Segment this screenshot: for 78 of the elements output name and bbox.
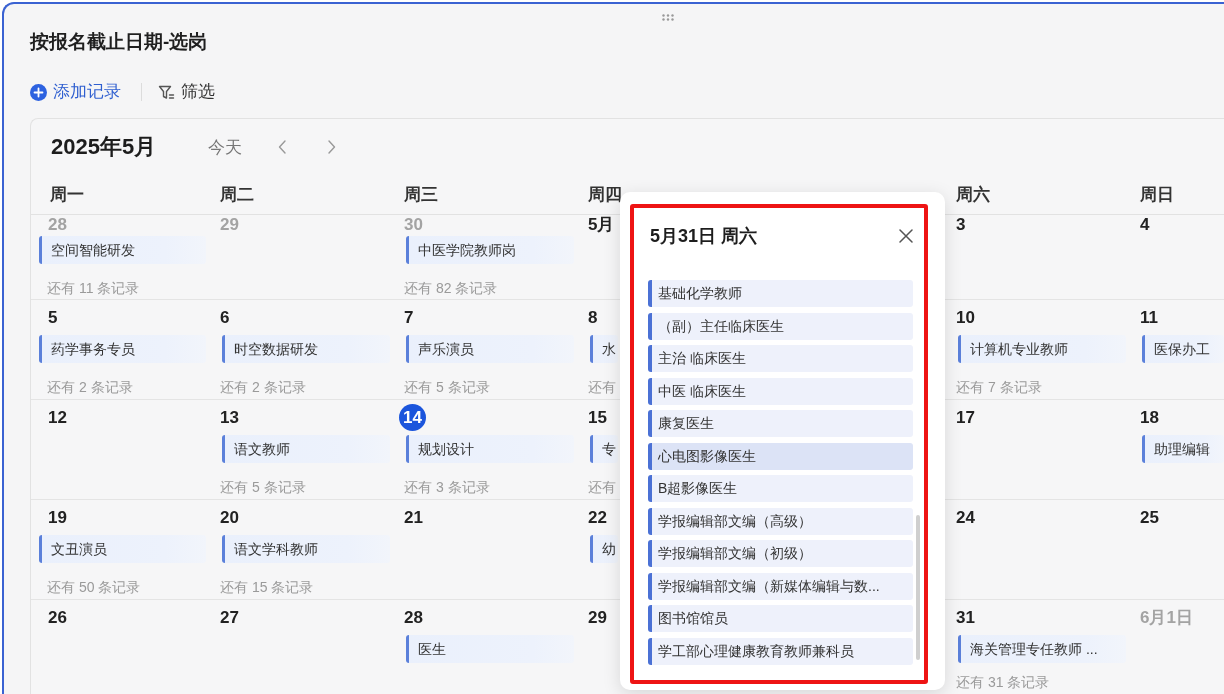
event-item[interactable]: 声乐演员 xyxy=(406,335,574,363)
date-number: 4 xyxy=(1139,215,1150,234)
chevron-left-icon[interactable] xyxy=(278,140,287,154)
event-item[interactable]: 水 xyxy=(590,335,618,363)
date-number: 6 xyxy=(219,308,230,328)
chevron-right-icon[interactable] xyxy=(328,140,337,154)
weekday-label: 周日 xyxy=(1140,185,1174,204)
date-number: 31 xyxy=(955,608,975,628)
close-icon[interactable] xyxy=(899,229,913,243)
date-number: 5月 xyxy=(587,215,615,234)
popover-event-item[interactable]: B超影像医生 xyxy=(648,475,913,502)
board-title: 按报名截止日期-选岗 xyxy=(30,30,209,54)
drag-handle-icon[interactable] xyxy=(662,14,674,21)
event-item[interactable]: 中医学院教师岗 xyxy=(406,236,574,264)
date-number: 19 xyxy=(47,508,67,528)
date-number: 17 xyxy=(955,408,975,428)
event-item[interactable]: 计算机专业教师 xyxy=(958,335,1126,363)
date-number: 24 xyxy=(955,508,975,528)
weekday-label: 周四 xyxy=(588,185,622,204)
event-item[interactable]: 文丑演员 xyxy=(39,535,206,563)
today-button[interactable]: 今天 xyxy=(208,135,243,159)
date-number: 25 xyxy=(1139,508,1159,528)
event-item[interactable]: 时空数据研发 xyxy=(222,335,390,363)
date-number: 6月1日 xyxy=(1139,608,1193,628)
popover-event-item[interactable]: 图书馆馆员 xyxy=(648,605,913,632)
popover-event-item[interactable]: 中医 临床医生 xyxy=(648,377,913,405)
date-number: 14 xyxy=(399,404,426,431)
popover-event-item[interactable]: 主治 临床医生 xyxy=(648,345,913,372)
popover-event-item[interactable]: 学报编辑部文编（初级） xyxy=(648,540,913,567)
filter-icon xyxy=(158,83,175,101)
date-number: 28 xyxy=(403,608,423,628)
event-item[interactable]: 语文教师 xyxy=(222,435,390,463)
event-item[interactable]: 医保办工 xyxy=(1142,335,1224,363)
popover-event-item[interactable]: 心电图影像医生 xyxy=(648,442,913,470)
date-number: 21 xyxy=(403,508,423,528)
date-number: 15 xyxy=(587,408,607,428)
date-number: 11 xyxy=(1139,308,1158,328)
scrollbar-thumb[interactable] xyxy=(916,515,920,660)
date-number: 13 xyxy=(219,408,239,428)
date-number: 10 xyxy=(955,308,975,328)
popover-event-item[interactable]: 康复医生 xyxy=(648,410,913,437)
popover-event-item[interactable]: 学报编辑部文编（新媒体编辑与数... xyxy=(648,572,913,600)
popover-title: 5月31日 周六 xyxy=(650,225,758,248)
date-number: 22 xyxy=(587,508,607,528)
date-number: 30 xyxy=(403,215,423,234)
date-number: 26 xyxy=(47,608,67,628)
date-number: 27 xyxy=(219,608,239,628)
date-number: 8 xyxy=(587,308,598,328)
add-record-button[interactable]: 添加记录 xyxy=(30,80,121,104)
date-number: 12 xyxy=(47,408,67,428)
event-item[interactable]: 医生 xyxy=(406,635,574,663)
date-number: 18 xyxy=(1139,408,1159,428)
event-item[interactable]: 助理编辑 xyxy=(1142,435,1224,463)
popover-event-item[interactable]: 学工部心理健康教育教师兼科员 xyxy=(648,637,913,665)
weekday-label: 周二 xyxy=(220,185,254,204)
date-number: 29 xyxy=(587,608,607,628)
event-item[interactable]: 海关管理专任教师 ... xyxy=(958,635,1126,663)
event-item[interactable]: 药学事务专员 xyxy=(39,335,206,363)
date-number: 5 xyxy=(47,308,58,328)
weekday-label: 周三 xyxy=(404,185,438,204)
filter-button[interactable]: 筛选 xyxy=(158,80,215,104)
weekday-label: 周一 xyxy=(50,185,84,204)
weekday-label: 周六 xyxy=(956,185,990,204)
popover-event-item[interactable]: 学报编辑部文编（高级） xyxy=(648,507,913,535)
event-item[interactable]: 空间智能研发 xyxy=(39,236,206,264)
popover-event-item[interactable]: 基础化学教师 xyxy=(648,280,913,307)
date-number: 29 xyxy=(219,215,239,234)
date-number: 3 xyxy=(955,215,966,234)
date-number: 20 xyxy=(219,508,239,528)
month-title: 2025年5月 xyxy=(51,133,157,161)
plus-circle-icon xyxy=(30,83,47,101)
event-item[interactable]: 专 xyxy=(590,435,618,463)
event-item[interactable]: 幼 xyxy=(590,535,618,563)
date-number: 7 xyxy=(403,308,414,328)
popover-event-item[interactable]: （副）主任临床医生 xyxy=(648,312,913,340)
date-number: 28 xyxy=(47,215,67,234)
event-item[interactable]: 规划设计 xyxy=(406,435,574,463)
event-item[interactable]: 语文学科教师 xyxy=(222,535,390,563)
